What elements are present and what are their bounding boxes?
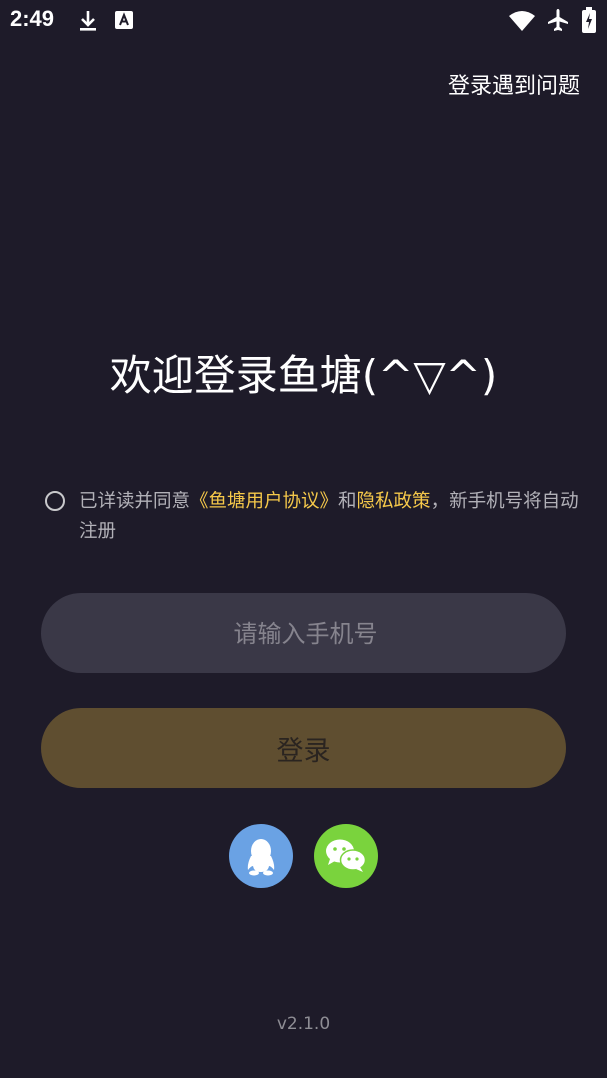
agreement-text: 已详读并同意《鱼塘用户协议》和隐私政策，新手机号将自动注册 — [79, 487, 579, 547]
agreement-prefix: 已详读并同意 — [79, 491, 191, 512]
agreement-checkbox[interactable] — [45, 491, 65, 511]
login-help-link[interactable]: 登录遇到问题 — [448, 68, 580, 100]
wechat-login-button[interactable] — [314, 824, 378, 888]
agreement-and: 和 — [338, 491, 357, 512]
airplane-icon — [548, 9, 568, 31]
a-badge-icon — [115, 11, 133, 29]
status-bar: 2:49 — [0, 0, 607, 42]
phone-input[interactable] — [41, 593, 570, 675]
user-agreement-link[interactable]: 《鱼塘用户协议》 — [190, 491, 338, 512]
battery-icon — [582, 7, 596, 33]
login-button[interactable]: 登录 — [41, 708, 566, 788]
app-version: v2.1.0 — [276, 1014, 331, 1034]
qq-login-button[interactable] — [229, 824, 293, 888]
qq-icon — [247, 839, 275, 876]
phone-field — [41, 593, 570, 675]
privacy-policy-link[interactable]: 隐私政策 — [357, 491, 431, 512]
download-icon — [80, 11, 96, 31]
page-title: 欢迎登录鱼塘(^▽^) — [109, 351, 498, 400]
wifi-icon — [509, 11, 535, 31]
status-time: 2:49 — [10, 6, 55, 31]
wechat-icon — [326, 839, 367, 872]
